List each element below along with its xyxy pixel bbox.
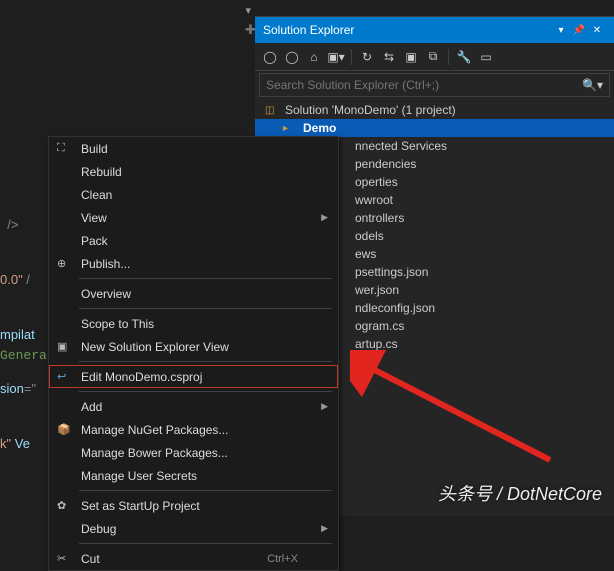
home-icon[interactable]: ⌂ — [305, 48, 323, 66]
build-icon: ⛶ — [57, 142, 65, 155]
label: Rebuild — [81, 165, 122, 179]
sync-icon[interactable]: ▣▾ — [327, 48, 345, 66]
solution-label: Solution 'MonoDemo' (1 project) — [285, 103, 456, 117]
context-menu: ⛶ Build Rebuild Clean View ▶ Pack ⊕ Publish… — [48, 136, 339, 571]
label: Manage User Secrets — [81, 469, 197, 483]
dropdown-icon[interactable]: ▾ — [552, 25, 570, 36]
panel-title: Solution Explorer — [263, 23, 552, 37]
search-icon[interactable]: 🔍▾ — [582, 78, 603, 92]
project-icon: ▸ — [283, 123, 299, 134]
menu-edit-csproj[interactable]: ↩ Edit MonoDemo.csproj — [49, 365, 338, 388]
menu-rebuild[interactable]: Rebuild — [49, 160, 338, 183]
label: Debug — [81, 522, 116, 536]
label: Clean — [81, 188, 112, 202]
menu-clean[interactable]: Clean — [49, 183, 338, 206]
menu-pack[interactable]: Pack — [49, 229, 338, 252]
menu-build[interactable]: ⛶ Build — [49, 137, 338, 160]
chevron-right-icon: ▶ — [321, 212, 328, 223]
close-icon[interactable]: ✕ — [588, 25, 606, 36]
menu-debug[interactable]: Debug ▶ — [49, 517, 338, 540]
menu-scope[interactable]: Scope to This — [49, 312, 338, 335]
label: Manage NuGet Packages... — [81, 423, 228, 437]
menu-publish[interactable]: ⊕ Publish... — [49, 252, 338, 275]
label: Scope to This — [81, 317, 154, 331]
watermark: 头条号 / DotNetCore — [438, 480, 602, 506]
generate-text: Genera — [0, 348, 47, 363]
panel-titlebar[interactable]: Solution Explorer ▾ 📌 ✕ — [255, 17, 614, 43]
search-input[interactable] — [266, 78, 582, 92]
dropdown-icon[interactable]: ▾ — [245, 4, 251, 17]
separator — [79, 490, 332, 491]
back-icon[interactable]: ◯ — [261, 48, 279, 66]
label: Cut — [81, 552, 100, 566]
collapse-icon[interactable]: ⇆ — [380, 48, 398, 66]
separator — [79, 391, 332, 392]
menu-nuget[interactable]: 📦 Manage NuGet Packages... — [49, 418, 338, 441]
label: Edit MonoDemo.csproj — [81, 370, 202, 384]
project-node[interactable]: ▸ Demo — [255, 119, 614, 137]
solution-icon: ◫ — [265, 105, 281, 116]
separator — [79, 543, 332, 544]
code-text: /> 0.0" / mpilat sion=" k" Ve — [0, 180, 36, 489]
label: New Solution Explorer View — [81, 340, 229, 354]
project-label: Demo — [303, 121, 336, 135]
menu-cut[interactable]: ✂ Cut Ctrl+X — [49, 547, 338, 570]
menu-startup[interactable]: ✿ Set as StartUp Project — [49, 494, 338, 517]
menu-view[interactable]: View ▶ — [49, 206, 338, 229]
label: Overview — [81, 287, 131, 301]
edit-icon: ↩ — [57, 370, 66, 383]
preview-icon[interactable]: ▭ — [477, 48, 495, 66]
editor-toolbar: ▾ — [245, 0, 255, 20]
separator — [79, 361, 332, 362]
chevron-right-icon: ▶ — [321, 523, 328, 534]
label: Pack — [81, 234, 108, 248]
forward-icon[interactable]: ◯ — [283, 48, 301, 66]
menu-overview[interactable]: Overview — [49, 282, 338, 305]
search-box[interactable]: 🔍▾ — [259, 73, 610, 97]
separator — [79, 308, 332, 309]
panel-toolbar: ◯ ◯ ⌂ ▣▾ ↻ ⇆ ▣ ⧉ 🔧 ▭ — [255, 43, 614, 71]
chevron-right-icon: ▶ — [321, 401, 328, 412]
solution-node[interactable]: ◫ Solution 'MonoDemo' (1 project) — [255, 101, 614, 119]
copy-icon[interactable]: ⧉ — [424, 48, 442, 66]
label: Build — [81, 142, 108, 156]
separator — [79, 278, 332, 279]
hotkey: Ctrl+X — [267, 553, 298, 565]
label: Manage Bower Packages... — [81, 446, 228, 460]
menu-new-view[interactable]: ▣ New Solution Explorer View — [49, 335, 338, 358]
label: Publish... — [81, 257, 130, 271]
refresh-icon[interactable]: ↻ — [358, 48, 376, 66]
label: Add — [81, 400, 102, 414]
menu-bower[interactable]: Manage Bower Packages... — [49, 441, 338, 464]
show-all-icon[interactable]: ▣ — [402, 48, 420, 66]
pin-icon[interactable]: 📌 — [570, 25, 588, 36]
properties-icon[interactable]: 🔧 — [455, 48, 473, 66]
publish-icon: ⊕ — [57, 257, 66, 270]
startup-icon: ✿ — [57, 499, 66, 512]
menu-secrets[interactable]: Manage User Secrets — [49, 464, 338, 487]
label: View — [81, 211, 107, 225]
new-view-icon: ▣ — [57, 340, 67, 353]
label: Set as StartUp Project — [81, 499, 200, 513]
cut-icon: ✂ — [57, 552, 66, 565]
nuget-icon: 📦 — [57, 423, 71, 436]
menu-add[interactable]: Add ▶ — [49, 395, 338, 418]
